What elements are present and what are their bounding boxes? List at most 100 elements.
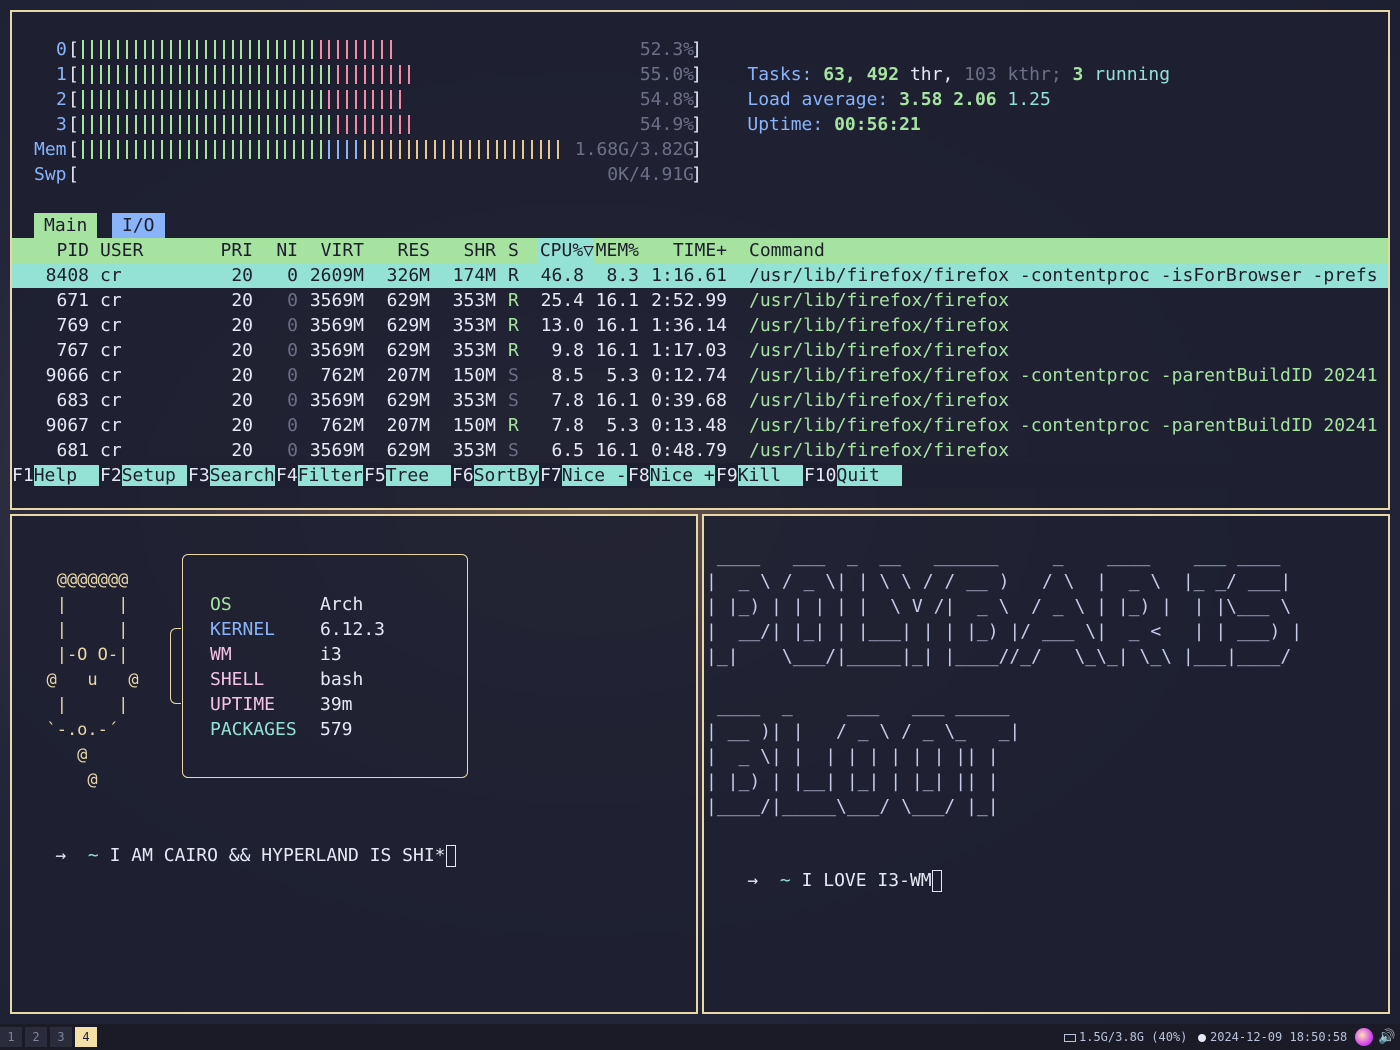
meter-segment (82, 90, 84, 109)
meter-segment (82, 65, 84, 84)
cell-cpu: 9.8 (551, 340, 584, 361)
meter-segment (390, 65, 392, 84)
figlet-line: ____ _ ___ ___ _____ (706, 696, 1010, 717)
cell-cmd: /usr/lib/firefox/firefox (749, 290, 1010, 311)
column-header-res[interactable]: RES (397, 238, 430, 263)
cell-shr: 174M (452, 265, 496, 286)
meter-segment (293, 40, 296, 59)
fkey-f10[interactable]: F10Quit (804, 463, 902, 488)
fkey-f5[interactable]: F5Tree (364, 463, 451, 488)
cell-ni: 0 (287, 415, 298, 436)
volume-icon[interactable]: 🔊 (1378, 1024, 1395, 1050)
workspace-4[interactable]: 4 (75, 1027, 97, 1047)
meter-segment (90, 40, 93, 59)
meter-segment (381, 65, 384, 84)
fkey-f2[interactable]: F2Setup (100, 463, 187, 488)
cell-shr: 353M (452, 340, 496, 361)
fkey-f3[interactable]: F3Search (188, 463, 275, 488)
meter-segment (178, 40, 181, 59)
cell-pid: 671 (56, 290, 89, 311)
meter-segment (187, 40, 190, 59)
function-key-bar[interactable]: F1Help F2Setup F3Search F4Filter F5Tree F6… (12, 463, 1388, 488)
cpu-label: 1 (56, 64, 67, 85)
ascii-line: | | (26, 595, 129, 615)
taskbar: 1234 1.5G/3.8G (40%) 2024-12-09 18:50:58… (0, 1024, 1400, 1050)
column-header-time[interactable]: TIME+ (673, 238, 727, 263)
firefox-tray-icon[interactable] (1355, 1028, 1373, 1046)
process-row[interactable]: 9067 cr 20 0 762M 207M 150M R 7.8 5.3 0:13.48/usr/… (12, 413, 1388, 438)
cell-ni: 0 (287, 440, 298, 461)
meter-segment (187, 90, 190, 109)
process-row[interactable]: 769 cr 20 0 3569M 629M 353M R 13.0 16.1 1:36.14/us… (12, 313, 1388, 338)
cell-user: cr (100, 390, 122, 411)
meter-segment (293, 90, 296, 109)
process-row[interactable]: 8408 cr 20 0 2609M 326M 174M R 46.8 8.3 1:16.61/us… (12, 263, 1388, 288)
meter-segment (354, 90, 357, 109)
workspace-2[interactable]: 2 (25, 1027, 47, 1047)
cpu-meter-row: 2[54.8%] (12, 87, 702, 112)
process-row[interactable]: 671 cr 20 0 3569M 629M 353M R 25.4 16.1 2:52.99/us… (12, 288, 1388, 313)
mem-value: 1.68G/3.82G (574, 139, 694, 160)
column-header-shr[interactable]: SHR (463, 238, 496, 263)
fkey-label: Setup (121, 465, 187, 486)
column-header-user[interactable]: USER (100, 238, 143, 263)
meter-segment (126, 90, 128, 109)
column-header-pid[interactable]: PID (56, 238, 89, 263)
process-row[interactable]: 683 cr 20 0 3569M 629M 353M S 7.8 16.1 0:39.68/usr… (12, 388, 1388, 413)
meter-segment (319, 115, 322, 134)
figlet-line: |____/|_____\___/ \___/ |_| (706, 796, 999, 817)
meter-segment (416, 140, 419, 159)
tab-io[interactable]: I/O (112, 213, 165, 238)
workspace-1[interactable]: 1 (0, 1027, 22, 1047)
cell-time: 1:16.61 (651, 265, 727, 286)
column-header-cpu[interactable]: CPU%▽ (537, 238, 594, 263)
process-table-header[interactable]: PID USER PRI NI VIRT RES SHR S CPU%▽ MEM% TIME+ Com… (12, 238, 1388, 263)
cell-cpu: 46.8 (540, 265, 584, 286)
terminal-left[interactable]: @@@@@@@ | | | | |-O O-| @ u @ | | `-.o.-… (10, 514, 698, 1014)
cell-shr: 353M (452, 440, 496, 461)
fkey-f1[interactable]: F1Help (12, 463, 99, 488)
cell-res: 207M (386, 365, 430, 386)
column-header-ni[interactable]: NI (276, 238, 298, 263)
column-header-mem[interactable]: MEM% (596, 238, 639, 263)
fkey-f9[interactable]: F9Kill (716, 463, 803, 488)
prompt-left[interactable]: → ~ I AM CAIRO && HYPERLAND IS SHI* (12, 818, 456, 867)
tab-main[interactable]: Main (34, 213, 98, 238)
cpu-percent: 52.3% (639, 39, 694, 60)
process-row[interactable]: 767 cr 20 0 3569M 629M 353M R 9.8 16.1 1:17.03/usr… (12, 338, 1388, 363)
process-row[interactable]: 9066 cr 20 0 762M 207M 150M S 8.5 5.3 0:12.74/usr/… (12, 363, 1388, 388)
fkey-f7[interactable]: F7Nice - (540, 463, 627, 488)
meter-segment (381, 140, 384, 159)
cell-pid: 8408 (45, 265, 89, 286)
fkey-f4[interactable]: F4Filter (276, 463, 363, 488)
column-header-pri[interactable]: PRI (220, 238, 253, 263)
workspace-3[interactable]: 3 (50, 1027, 72, 1047)
meter-segment (178, 65, 181, 84)
column-header-cmd[interactable]: Command (749, 238, 825, 263)
meter-segment (82, 115, 84, 134)
meter-segment (425, 140, 428, 159)
column-header-virt[interactable]: VIRT (321, 238, 364, 263)
cell-pri: 20 (231, 340, 253, 361)
sysinfo-value: 39m (320, 694, 353, 715)
meter-segment (398, 90, 401, 109)
cell-res: 326M (386, 265, 430, 286)
fkey-f8[interactable]: F8Nice + (628, 463, 715, 488)
cell-ni: 0 (287, 390, 298, 411)
meter-segment (478, 140, 480, 159)
column-header-s[interactable]: S (508, 238, 519, 263)
process-row[interactable]: 681 cr 20 0 3569M 629M 353M S 6.5 16.1 0:48.79/usr… (12, 438, 1388, 463)
meter-segment (522, 140, 524, 159)
meter-segment (407, 115, 410, 134)
meter-segment (337, 40, 340, 59)
prompt-dir: ~ (779, 870, 791, 891)
cell-pri: 20 (231, 415, 253, 436)
terminal-right[interactable]: ____ ___ _ __ ______ _ ____ ___ ____ | _ … (702, 514, 1390, 1014)
fkey-f6[interactable]: F6SortBy (452, 463, 539, 488)
meter-segment (302, 140, 304, 159)
htop-window[interactable]: 0[52.3%] 1[55.0%] 2[54.8%] 3[54.9%] Mem[1.6… (10, 10, 1390, 510)
meter-segment (143, 115, 146, 134)
meter-segment (143, 65, 146, 84)
prompt-right[interactable]: → ~ I LOVE I3-WM (704, 843, 942, 892)
meter-close-bracket: ] (691, 39, 702, 60)
